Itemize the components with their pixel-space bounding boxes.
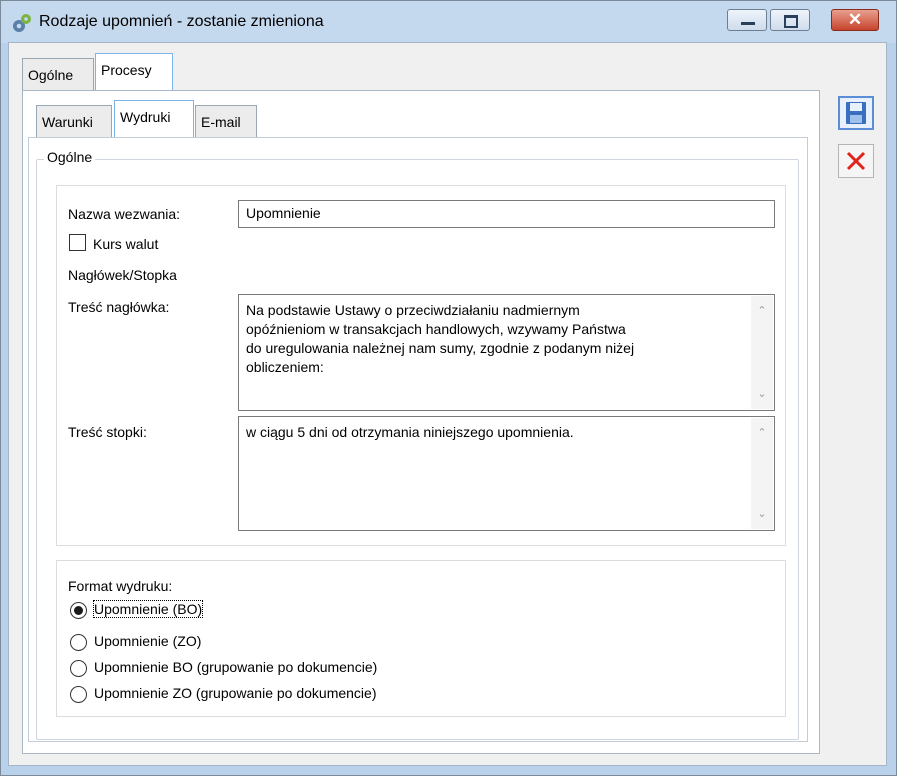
close-icon: ✕: [847, 10, 863, 29]
footer-textarea[interactable]: w ciągu 5 dni od otrzymania niniejszego …: [238, 416, 775, 531]
scroll-up-icon[interactable]: ⌃: [751, 424, 773, 442]
tab-warunki[interactable]: Warunki: [36, 105, 112, 137]
radio-label-upomnienie-bo-grouped[interactable]: Upomnienie BO (grupowanie po dokumencie): [94, 659, 377, 675]
save-button[interactable]: [838, 96, 874, 130]
radio-upomnienie-bo-grouped[interactable]: [70, 660, 87, 677]
radio-label-upomnienie-zo-grouped[interactable]: Upomnienie ZO (grupowanie po dokumencie): [94, 685, 376, 701]
close-button[interactable]: ✕: [831, 9, 879, 31]
tab-label: Procesy: [101, 62, 152, 78]
header-footer-label: Nagłówek/Stopka: [68, 267, 177, 283]
radio-label-upomnienie-zo[interactable]: Upomnienie (ZO): [94, 633, 201, 649]
name-label: Nazwa wezwania:: [68, 206, 181, 222]
scrollbar[interactable]: ⌃ ⌄: [751, 418, 773, 529]
tab-label: E-mail: [201, 114, 241, 130]
radio-upomnienie-bo[interactable]: [70, 602, 87, 619]
scroll-down-icon[interactable]: ⌄: [751, 385, 773, 403]
print-format-label: Format wydruku:: [68, 578, 173, 594]
currency-label: Kurs walut: [93, 236, 159, 252]
radio-upomnienie-zo-grouped[interactable]: [70, 686, 87, 703]
header-text: Na podstawie Ustawy o przeciwdziałaniu n…: [246, 302, 635, 375]
window-title: Rodzaje upomnień - zostanie zmieniona: [39, 13, 324, 30]
header-text-label: Treść nagłówka:: [68, 299, 170, 315]
tab-ogolne[interactable]: Ogólne: [22, 58, 94, 90]
footer-text: w ciągu 5 dni od otrzymania niniejszego …: [246, 424, 574, 440]
scroll-up-icon[interactable]: ⌃: [751, 302, 773, 320]
header-textarea[interactable]: Na podstawie Ustawy o przeciwdziałaniu n…: [238, 294, 775, 411]
scroll-down-icon[interactable]: ⌄: [751, 505, 773, 523]
tab-label: Warunki: [42, 114, 93, 130]
currency-checkbox[interactable]: [69, 234, 86, 251]
footer-text-label: Treść stopki:: [68, 424, 147, 440]
scrollbar[interactable]: ⌃ ⌄: [751, 296, 773, 409]
title-bar[interactable]: Rodzaje upomnień - zostanie zmieniona ✕: [1, 1, 896, 43]
cancel-button[interactable]: [838, 144, 874, 178]
tab-wydruki[interactable]: Wydruki: [114, 100, 194, 137]
radio-label-upomnienie-bo[interactable]: Upomnienie (BO): [92, 600, 204, 618]
tab-procesy[interactable]: Procesy: [95, 53, 173, 90]
radio-upomnienie-zo[interactable]: [70, 634, 87, 651]
maximize-icon: [784, 15, 798, 28]
gears-icon: [13, 14, 31, 32]
tab-label: Ogólne: [28, 67, 74, 83]
minimize-icon: [741, 22, 755, 25]
minimize-button[interactable]: [727, 9, 767, 31]
save-icon: [846, 102, 866, 124]
tab-email[interactable]: E-mail: [195, 105, 257, 137]
maximize-button[interactable]: [770, 9, 810, 31]
tab-label: Wydruki: [120, 109, 171, 125]
name-input[interactable]: Upomnienie: [238, 200, 775, 228]
group-title: Ogólne: [44, 149, 96, 165]
cancel-icon: [846, 151, 866, 171]
